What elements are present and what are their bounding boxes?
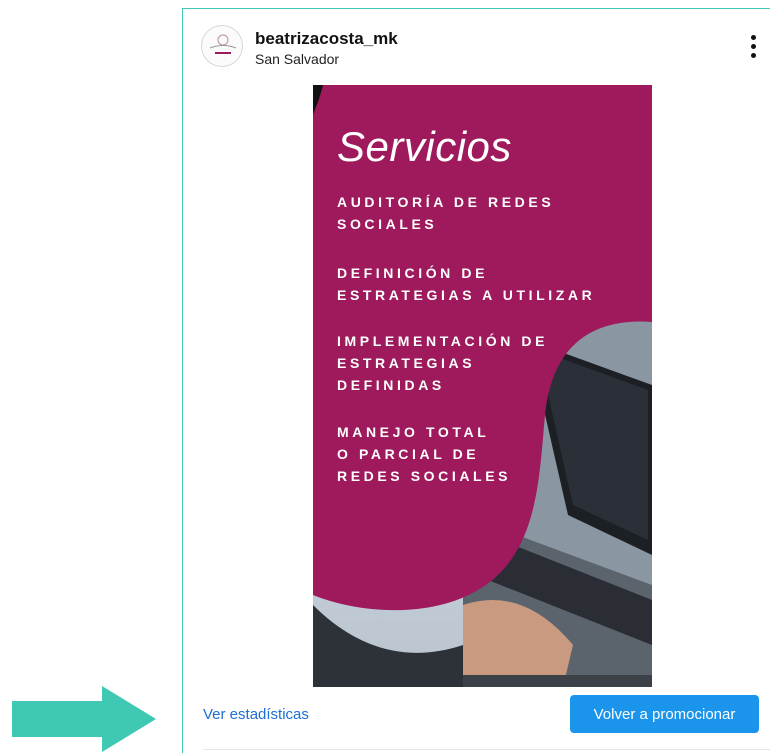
service-item: AUDITORÍA DE REDES SOCIALES	[337, 194, 555, 232]
arrow-icon	[12, 686, 156, 752]
view-insights-link[interactable]: Ver estadísticas	[203, 706, 309, 723]
post-title: Servicios	[337, 123, 512, 170]
service-item: MANEJO TOTAL O PARCIAL DE REDES SOCIALES	[337, 424, 512, 484]
post-card: beatrizacosta_mk San Salvador Servicios …	[182, 8, 770, 753]
avatar[interactable]	[201, 25, 243, 67]
promote-again-button[interactable]: Volver a promocionar	[570, 695, 759, 733]
post-header: beatrizacosta_mk San Salvador	[183, 9, 770, 85]
divider	[203, 749, 770, 750]
username[interactable]: beatrizacosta_mk	[255, 29, 398, 49]
location[interactable]: San Salvador	[255, 51, 339, 67]
post-image[interactable]: Servicios AUDITORÍA DE REDES SOCIALES DE…	[313, 85, 652, 687]
more-vertical-icon[interactable]	[750, 35, 756, 61]
logo-icon	[209, 34, 237, 54]
service-item: IMPLEMENTACIÓN DE ESTRATEGIAS DEFINIDAS	[337, 333, 549, 393]
service-item: DEFINICIÓN DE ESTRATEGIAS A UTILIZAR	[337, 265, 596, 303]
